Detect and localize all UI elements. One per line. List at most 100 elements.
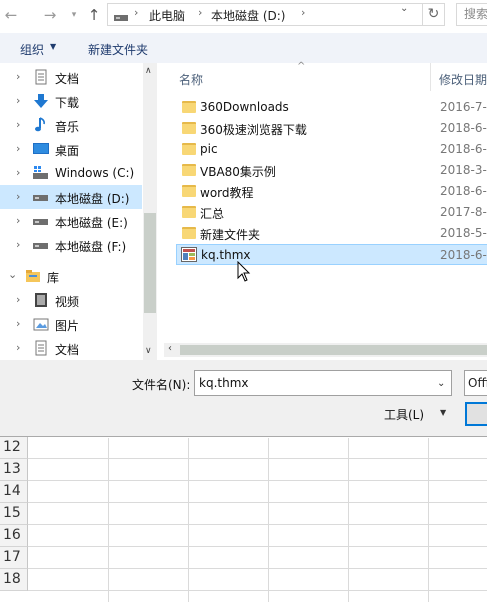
column-divider[interactable] (430, 63, 431, 91)
open-file-dialog: ← → ▾ ↑ › 此电脑 › 本地磁盘 (D:) › ⌄ ↻ 搜索 组织 ▼ … (0, 0, 487, 437)
nav-item-documents[interactable]: › 文档 (0, 65, 142, 89)
nav-item-label: 本地磁盘 (F:) (55, 240, 127, 254)
row-header[interactable]: 16 (0, 525, 28, 547)
scroll-left-icon[interactable]: ‹ (168, 343, 172, 354)
download-icon (33, 93, 49, 109)
open-button[interactable] (465, 402, 487, 426)
expand-chevron-icon[interactable]: › (16, 94, 20, 107)
file-row[interactable]: 新建文件夹 2018-5- (176, 223, 487, 244)
file-name: pic (200, 142, 218, 156)
scroll-up-icon[interactable]: ∧ (145, 66, 152, 76)
folder-icon (182, 206, 196, 218)
column-header-date-modified[interactable]: 修改日期 (439, 71, 487, 88)
nav-item-pictures[interactable]: › 图片 (0, 312, 142, 336)
file-name: 新建文件夹 (200, 228, 261, 242)
up-arrow-icon[interactable]: ↑ (83, 4, 105, 26)
filename-input[interactable]: kq.thmx (194, 370, 452, 396)
drive-icon (33, 213, 49, 229)
navigation-pane: › 文档 › 下载 › 音乐 › 桌面 › Windows (C:) › 本地磁… (0, 63, 157, 360)
breadcrumb-drive-d[interactable]: 本地磁盘 (D:) (211, 7, 285, 24)
expand-chevron-icon[interactable]: › (16, 341, 20, 354)
drive-icon (33, 237, 49, 253)
spreadsheet-grid[interactable]: 12 13 14 15 16 17 18 (0, 437, 487, 602)
grid-line (28, 502, 487, 503)
file-list-horizontal-scrollbar[interactable]: ‹ (164, 343, 487, 357)
new-folder-button[interactable]: 新建文件夹 (88, 41, 148, 58)
nav-item-drive-c[interactable]: › Windows (C:) (0, 161, 142, 185)
refresh-icon[interactable]: ↻ (422, 4, 444, 25)
file-row[interactable]: 360Downloads 2016-7- (176, 97, 487, 118)
nav-item-label: 视频 (55, 295, 80, 309)
scrollbar-thumb[interactable] (180, 345, 487, 355)
chevron-down-icon[interactable]: ▼ (50, 42, 56, 51)
folder-icon (182, 101, 196, 113)
expand-chevron-icon[interactable]: › (16, 142, 20, 155)
scroll-down-icon[interactable]: ∨ (145, 346, 152, 356)
file-row[interactable]: 汇总 2017-8- (176, 202, 487, 223)
grid-line (28, 546, 487, 547)
file-row[interactable]: VBA80集示例 2018-3- (176, 160, 487, 181)
command-toolbar: 组织 ▼ 新建文件夹 (0, 33, 487, 63)
expand-chevron-icon[interactable]: › (16, 317, 20, 330)
row-header[interactable]: 15 (0, 503, 28, 525)
breadcrumb-this-pc[interactable]: 此电脑 (149, 7, 185, 24)
nav-item-label: 文档 (55, 72, 80, 86)
organize-button[interactable]: 组织 (20, 41, 44, 58)
video-icon (33, 292, 49, 308)
row-header[interactable]: 17 (0, 547, 28, 569)
grid-line (428, 438, 429, 602)
nav-item-drive-e[interactable]: › 本地磁盘 (E:) (0, 209, 142, 233)
chevron-down-icon[interactable]: ⌄ (437, 378, 445, 389)
filename-label: 文件名(N): (132, 378, 191, 392)
row-header[interactable]: 14 (0, 481, 28, 503)
file-type-select[interactable]: Office (464, 370, 487, 396)
folder-icon (182, 122, 196, 134)
nav-item-library-documents[interactable]: › 文档 (0, 336, 142, 360)
row-header[interactable]: 18 (0, 569, 28, 591)
expand-chevron-icon[interactable]: › (16, 293, 20, 306)
grid-line (28, 480, 487, 481)
expand-chevron-icon[interactable]: › (16, 238, 20, 251)
sort-ascending-icon: ^ (297, 61, 306, 72)
file-date: 2018-5- (440, 226, 487, 240)
expand-chevron-icon[interactable]: › (16, 190, 20, 203)
back-arrow-icon[interactable]: ← (0, 4, 22, 26)
nav-item-label: Windows (C:) (55, 166, 135, 180)
nav-item-music[interactable]: › 音乐 (0, 113, 142, 137)
file-row[interactable]: word教程 2018-6- (176, 181, 487, 202)
folder-icon (182, 227, 196, 239)
nav-item-downloads[interactable]: › 下载 (0, 89, 142, 113)
nav-vertical-scrollbar[interactable]: ∧ ∨ (143, 63, 157, 360)
file-row-selected[interactable]: kq.thmx 2018-6- (176, 244, 487, 265)
library-icon (25, 268, 41, 284)
row-header[interactable]: 13 (0, 459, 28, 481)
nav-item-desktop[interactable]: › 桌面 (0, 137, 142, 161)
expand-chevron-icon[interactable]: › (16, 70, 20, 83)
file-row[interactable]: pic 2018-6- (176, 139, 487, 160)
nav-item-videos[interactable]: › 视频 (0, 288, 142, 312)
expand-chevron-icon[interactable]: › (16, 166, 20, 179)
nav-item-drive-d[interactable]: › 本地磁盘 (D:) (0, 185, 142, 209)
recent-locations-chevron-icon[interactable]: ▾ (63, 4, 85, 26)
search-input[interactable]: 搜索 (456, 3, 487, 26)
nav-item-drive-f[interactable]: › 本地磁盘 (F:) (0, 233, 142, 257)
file-date: 2018-6- (440, 184, 487, 198)
nav-item-libraries[interactable]: ⌄ 库 (0, 264, 142, 288)
documents-icon (33, 340, 49, 356)
file-name: VBA80集示例 (200, 165, 276, 179)
collapse-chevron-icon[interactable]: ⌄ (8, 268, 17, 281)
nav-item-label: 音乐 (55, 120, 80, 134)
file-row[interactable]: 360极速浏览器下载 2018-6- (176, 118, 487, 139)
scrollbar-thumb[interactable] (144, 213, 156, 313)
row-header[interactable]: 12 (0, 437, 28, 459)
expand-chevron-icon[interactable]: › (16, 214, 20, 227)
address-bar[interactable]: › 此电脑 › 本地磁盘 (D:) › (107, 3, 445, 26)
breadcrumb-separator-icon: › (301, 6, 306, 19)
address-dropdown-chevron-icon[interactable]: ⌄ (400, 3, 408, 14)
tools-button[interactable]: 工具(L) (384, 406, 424, 423)
expand-chevron-icon[interactable]: › (16, 118, 20, 131)
chevron-down-icon[interactable]: ▼ (440, 408, 446, 417)
column-header-name[interactable]: 名称 (179, 71, 203, 88)
forward-arrow-icon[interactable]: → (39, 4, 61, 26)
nav-item-label: 桌面 (55, 144, 80, 158)
